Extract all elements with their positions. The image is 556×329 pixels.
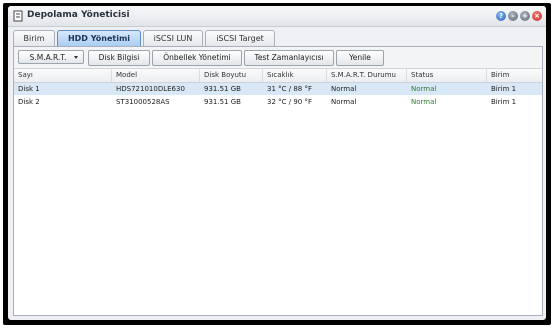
table-header: Sayı Model Disk Boyutu Sıcaklık S.M.A.R.… xyxy=(14,69,542,83)
column-header-model[interactable]: Model xyxy=(112,69,200,82)
close-icon[interactable]: × xyxy=(532,11,542,21)
cell-model: HDS721010DLE630 xyxy=(116,85,185,93)
hdd-management-panel: S.M.A.R.T. Disk Bilgisi Önbellek Yönetim… xyxy=(13,46,543,316)
column-header-sayi[interactable]: Sayı xyxy=(14,69,112,82)
smart-label: S.M.A.R.T. xyxy=(29,53,67,62)
screenshot-border: Depolama Yöneticisi ? – + × Birim HDD Yö… xyxy=(3,3,551,325)
disk-info-button[interactable]: Disk Bilgisi xyxy=(88,50,150,66)
table-row[interactable]: Disk 1 HDS721010DLE630 931.51 GB 31 °C /… xyxy=(14,83,542,95)
storage-manager-window: Depolama Yöneticisi ? – + × Birim HDD Yö… xyxy=(8,6,546,320)
cell-status: Normal xyxy=(411,85,437,93)
tab-iscsi-target[interactable]: iSCSI Target xyxy=(205,30,275,46)
test-scheduler-button[interactable]: Test Zamanlayıcısı xyxy=(244,50,334,66)
help-icon[interactable]: ? xyxy=(496,11,506,21)
cell-number: Disk 1 xyxy=(18,85,40,93)
cell-smart-status: Normal xyxy=(331,98,357,106)
cell-temperature: 31 °C / 88 °F xyxy=(267,85,312,93)
refresh-button[interactable]: Yenile xyxy=(336,50,384,66)
dropdown-caret-icon xyxy=(74,56,78,59)
storage-manager-icon xyxy=(13,10,23,22)
column-header-volume[interactable]: Birim xyxy=(487,69,542,82)
cell-smart-status: Normal xyxy=(331,85,357,93)
cell-volume: Birim 1 xyxy=(491,98,517,106)
column-header-temperature[interactable]: Sıcaklık xyxy=(263,69,327,82)
maximize-icon[interactable]: + xyxy=(520,11,530,21)
cell-number: Disk 2 xyxy=(18,98,40,106)
smart-dropdown-button[interactable]: S.M.A.R.T. xyxy=(18,50,84,64)
cell-disk-size: 931.51 GB xyxy=(204,98,241,106)
cell-model: ST31000528AS xyxy=(116,98,170,106)
cell-volume: Birim 1 xyxy=(491,85,517,93)
minimize-icon[interactable]: – xyxy=(508,11,518,21)
tab-iscsi-lun[interactable]: iSCSI LUN xyxy=(143,30,203,46)
column-header-smart-status[interactable]: S.M.A.R.T. Durumu xyxy=(327,69,407,82)
tab-birim[interactable]: Birim xyxy=(13,30,55,46)
cell-status: Normal xyxy=(411,98,437,106)
cache-management-button[interactable]: Önbellek Yönetimi xyxy=(152,50,242,66)
tab-hdd-yonetimi[interactable]: HDD Yönetimi xyxy=(57,30,141,46)
column-header-status[interactable]: Status xyxy=(407,69,487,82)
window-title: Depolama Yöneticisi xyxy=(27,10,130,20)
title-bar[interactable]: Depolama Yöneticisi ? – + × xyxy=(8,6,546,27)
column-header-disk-size[interactable]: Disk Boyutu xyxy=(200,69,263,82)
cell-disk-size: 931.51 GB xyxy=(204,85,241,93)
toolbar: S.M.A.R.T. Disk Bilgisi Önbellek Yönetim… xyxy=(14,47,542,69)
table-row[interactable]: Disk 2 ST31000528AS 931.51 GB 32 °C / 90… xyxy=(14,96,542,108)
cell-temperature: 32 °C / 90 °F xyxy=(267,98,312,106)
